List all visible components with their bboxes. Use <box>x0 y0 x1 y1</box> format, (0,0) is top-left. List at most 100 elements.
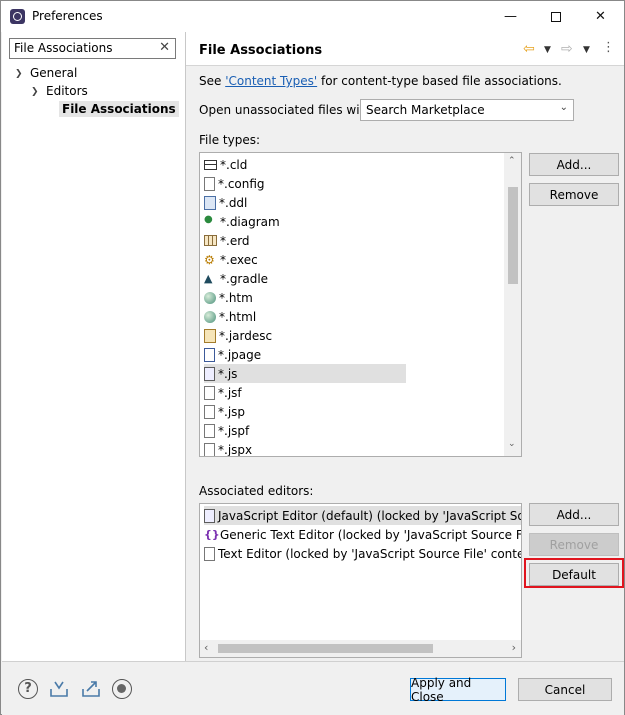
globe-icon <box>204 291 216 304</box>
help-icon[interactable]: ? <box>18 679 38 699</box>
table-icon <box>204 160 217 170</box>
list-item[interactable]: *.jpage <box>204 345 261 364</box>
apply-and-close-button[interactable]: Apply and Close <box>410 676 506 704</box>
dialog-footer: ? Apply and Close Cancel <box>2 661 624 715</box>
list-item[interactable]: ● *.diagram <box>204 212 280 231</box>
scroll-left-icon[interactable]: ‹ <box>204 641 208 654</box>
list-item[interactable]: *.jsf <box>204 383 242 402</box>
forward-arrow-icon[interactable]: ⇨ <box>561 41 573 57</box>
js-file-icon <box>204 366 215 381</box>
list-item[interactable]: *.js <box>204 364 406 383</box>
chevron-down-icon[interactable]: ❯ <box>15 69 23 79</box>
filter-value: File Associations <box>14 41 113 55</box>
chevron-down-icon[interactable]: ❯ <box>31 87 39 97</box>
back-dropdown-icon[interactable]: ▼ <box>544 45 551 55</box>
open-unassociated-label: Open unassociated files with: <box>199 103 376 117</box>
file-types-scrollbar[interactable]: ⌃ ⌄ <box>504 153 521 456</box>
tree-item-file-associations[interactable]: File Associations <box>59 101 179 117</box>
list-item[interactable]: *.ddl <box>204 193 247 212</box>
default-button-highlight <box>524 558 624 588</box>
page-title: File Associations <box>199 43 323 58</box>
clear-filter-icon[interactable]: ✕ <box>159 40 170 55</box>
editors-add-button[interactable]: Add... <box>529 503 619 526</box>
list-item[interactable]: *.jardesc <box>204 326 272 345</box>
list-item[interactable]: ⚙ *.exec <box>204 250 258 269</box>
title-bar: Preferences — ✕ <box>1 1 624 32</box>
list-item[interactable]: Text Editor (locked by 'JavaScript Sourc… <box>204 544 521 563</box>
gears-icon: ⚙ <box>204 252 215 267</box>
editors-hscrollbar[interactable]: ‹ › <box>200 640 521 657</box>
list-item[interactable]: *.erd <box>204 231 250 250</box>
list-item[interactable]: *.htm <box>204 288 253 307</box>
globe-icon <box>204 310 216 323</box>
close-button[interactable]: ✕ <box>578 1 623 32</box>
list-item[interactable]: ▲ *.gradle <box>204 269 268 288</box>
tree-item-label: File Associations <box>62 102 176 116</box>
scrollbar-thumb[interactable] <box>218 644 433 653</box>
eclipse-icon <box>10 9 25 24</box>
file-types-remove-button[interactable]: Remove <box>529 183 619 206</box>
file-types-add-button[interactable]: Add... <box>529 153 619 176</box>
maximize-icon <box>550 11 561 22</box>
close-icon: ✕ <box>595 9 606 24</box>
window-title: Preferences <box>32 9 103 23</box>
scroll-up-icon[interactable]: ⌃ <box>508 156 516 166</box>
tree-item-label: Editors <box>46 84 88 98</box>
minimize-button[interactable]: — <box>488 1 533 32</box>
gradle-icon: ▲ <box>204 271 213 285</box>
chevron-down-icon: ⌄ <box>559 102 568 113</box>
list-item[interactable]: *.jspf <box>204 421 249 440</box>
open-unassociated-value: Search Marketplace <box>366 103 485 117</box>
tree-item-general[interactable]: General <box>30 66 77 80</box>
list-item[interactable]: *.cld <box>204 155 247 174</box>
list-item[interactable]: *.jspx <box>204 440 252 456</box>
forward-dropdown-icon[interactable]: ▼ <box>583 45 590 55</box>
jardesc-icon <box>204 328 216 343</box>
editors-remove-button[interactable]: Remove <box>529 533 619 556</box>
cancel-button[interactable]: Cancel <box>518 678 612 701</box>
list-item[interactable]: JavaScript Editor (default) (locked by '… <box>204 506 521 525</box>
diagram-icon: ● <box>204 213 213 225</box>
file-icon <box>204 404 215 419</box>
ddl-icon <box>204 195 216 210</box>
list-item[interactable]: *.jsp <box>204 402 245 421</box>
preference-page: File Associations ⇦ ▼ ⇨ ▼ ⋮ See 'Content… <box>186 32 624 661</box>
list-item[interactable]: *.config <box>204 174 265 193</box>
scrollbar-thumb[interactable] <box>508 187 518 284</box>
scroll-right-icon[interactable]: › <box>512 641 516 654</box>
scroll-down-icon[interactable]: ⌄ <box>508 439 516 449</box>
file-icon <box>204 176 215 191</box>
list-item[interactable]: *.html <box>204 307 256 326</box>
import-icon[interactable] <box>49 679 69 699</box>
file-types-label: File types: <box>199 133 260 147</box>
js-editor-icon <box>204 508 215 523</box>
erd-icon <box>204 235 217 246</box>
content-types-link[interactable]: 'Content Types' <box>225 74 317 88</box>
export-icon[interactable] <box>81 679 101 699</box>
file-icon <box>204 385 215 400</box>
jpage-icon <box>204 347 215 362</box>
content-types-text: See 'Content Types' for content-type bas… <box>199 74 562 88</box>
tree-item-editors[interactable]: Editors <box>46 84 88 98</box>
associated-editors-label: Associated editors: <box>199 484 314 498</box>
associated-editors-list[interactable]: JavaScript Editor (default) (locked by '… <box>199 503 522 658</box>
preferences-tree-pane: File Associations ✕ ❯ General ❯ Editors … <box>2 32 185 661</box>
filter-input[interactable]: File Associations ✕ <box>9 38 176 59</box>
page-content: See 'Content Types' for content-type bas… <box>186 67 624 661</box>
maximize-button[interactable] <box>533 1 578 32</box>
view-menu-icon[interactable]: ⋮ <box>602 40 615 55</box>
text-editor-icon <box>204 546 215 561</box>
file-icon <box>204 442 215 456</box>
list-item[interactable]: {} Generic Text Editor (locked by 'JavaS… <box>204 525 521 544</box>
record-dot <box>117 684 126 693</box>
minimize-icon: — <box>504 9 517 24</box>
open-unassociated-select[interactable]: Search Marketplace ⌄ <box>360 99 574 121</box>
preferences-window: Preferences — ✕ File Associations ✕ ❯ Ge… <box>0 0 625 715</box>
back-arrow-icon[interactable]: ⇦ <box>523 41 535 57</box>
file-icon <box>204 423 215 438</box>
generic-editor-icon: {} <box>204 527 220 541</box>
file-types-list[interactable]: *.cld *.config *.ddl ● *.diagram *.erd ⚙… <box>199 152 522 457</box>
record-icon[interactable] <box>112 679 132 699</box>
page-header: File Associations ⇦ ▼ ⇨ ▼ ⋮ <box>186 32 624 66</box>
tree-item-label: General <box>30 66 78 80</box>
